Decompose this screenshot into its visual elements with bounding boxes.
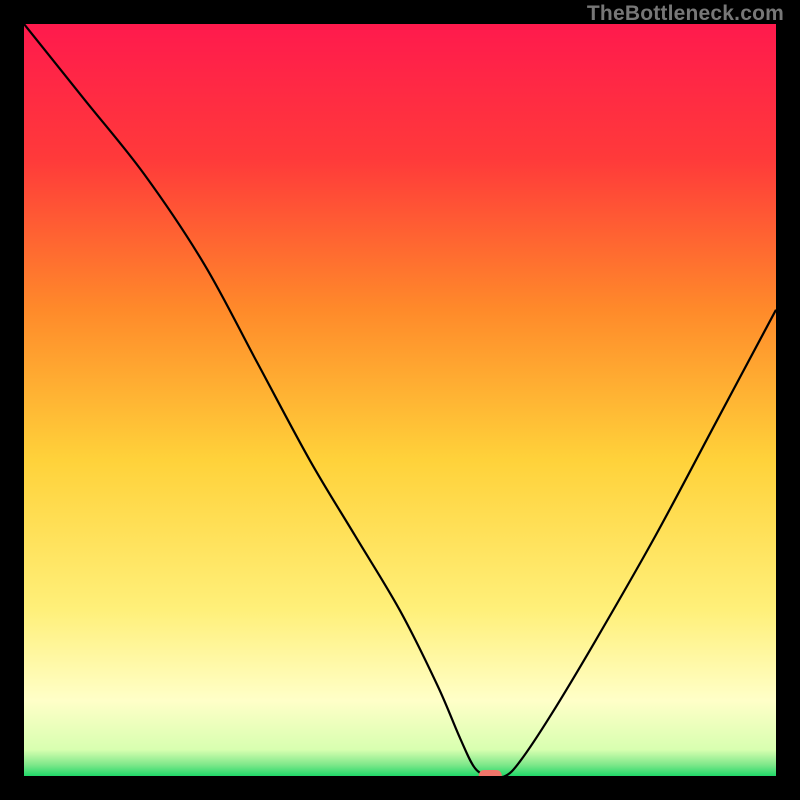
watermark-text: TheBottleneck.com (587, 2, 784, 26)
plot-area (24, 24, 776, 776)
chart-frame: TheBottleneck.com (0, 0, 800, 800)
gradient-background (24, 24, 776, 776)
optimum-marker (479, 771, 501, 777)
bottleneck-chart-svg (24, 24, 776, 776)
